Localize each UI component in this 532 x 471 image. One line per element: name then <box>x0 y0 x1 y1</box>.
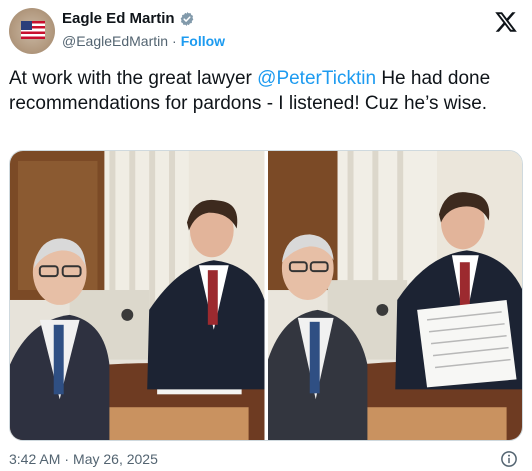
info-icon[interactable] <box>500 450 518 468</box>
tweet-date: May 26, 2025 <box>73 451 158 467</box>
tweet-time: 3:42 AM <box>9 451 61 467</box>
footer-separator: · <box>64 451 70 467</box>
flag-icon <box>21 21 45 39</box>
author-handle[interactable]: @EagleEdMartin <box>62 33 168 49</box>
mention-link[interactable]: @PeterTicktin <box>257 68 376 89</box>
photo-left-image <box>10 151 265 440</box>
media-grid <box>9 150 523 441</box>
follow-button[interactable]: Follow <box>181 33 225 49</box>
author-handle-row: @EagleEdMartin · Follow <box>62 33 225 49</box>
separator-dot: · <box>172 33 177 49</box>
photo-right-image <box>267 151 522 440</box>
photo-left[interactable] <box>10 151 265 440</box>
tweet-text: At work with the great lawyer @PeterTick… <box>9 66 524 116</box>
avatar[interactable] <box>9 8 55 54</box>
tweet-timestamp[interactable]: 3:42 AM · May 26, 2025 <box>9 451 158 467</box>
tweet-text-start: At work with the great lawyer <box>9 68 258 89</box>
photo-right[interactable] <box>267 151 522 440</box>
x-logo-icon[interactable] <box>494 10 518 34</box>
author-display-name[interactable]: Eagle Ed Martin <box>62 10 175 27</box>
verified-badge-icon <box>180 11 193 26</box>
author-name-row: Eagle Ed Martin <box>62 10 195 27</box>
